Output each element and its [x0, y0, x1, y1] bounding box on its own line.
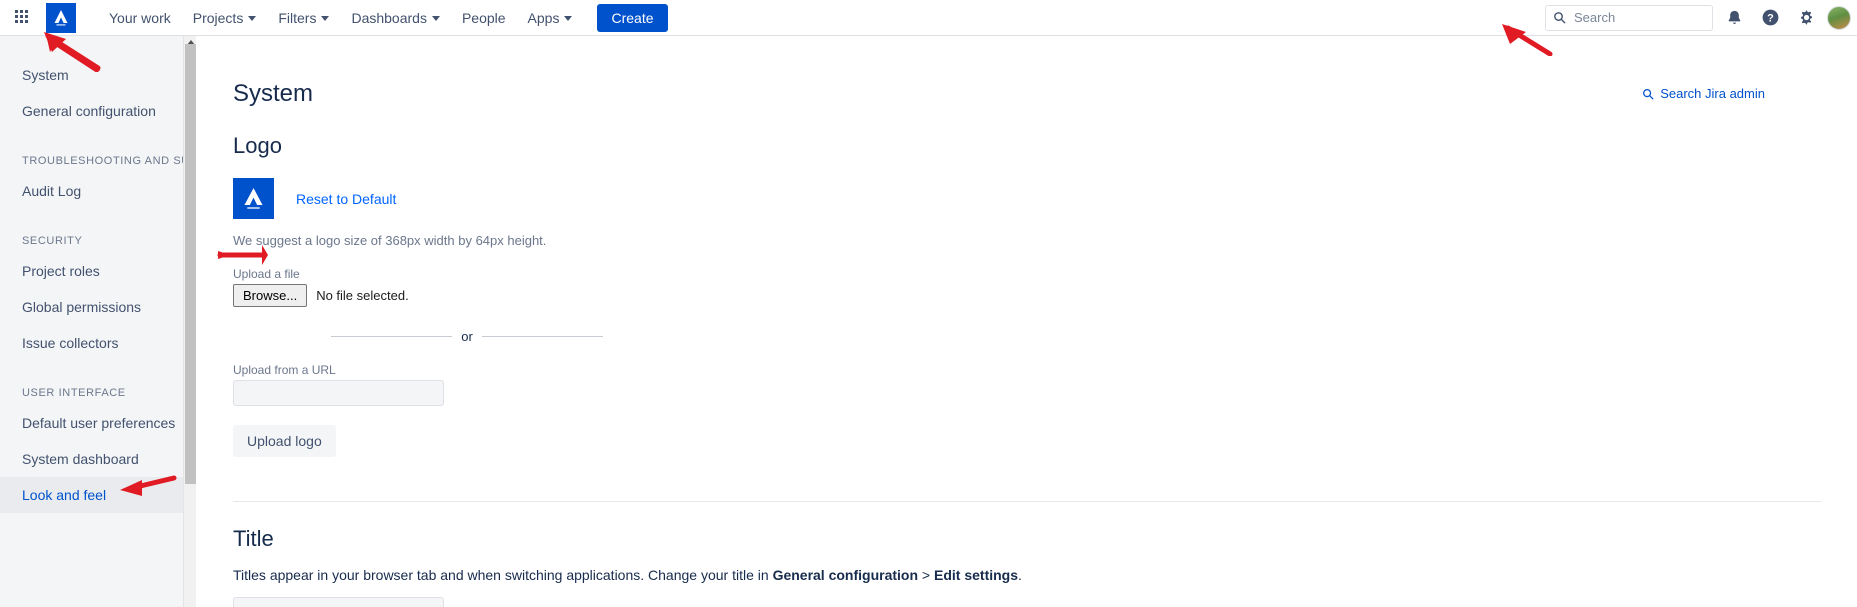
sidebar-item-audit-log[interactable]: Audit Log — [0, 173, 183, 209]
sidebar-item-global-permissions[interactable]: Global permissions — [0, 289, 183, 325]
upload-file-label: Upload a file — [233, 267, 300, 282]
chevron-down-icon — [321, 16, 330, 21]
nav-item-label: Dashboards — [351, 9, 427, 26]
sidebar-item-label: Issue collectors — [22, 335, 119, 351]
sidebar-scrollbar[interactable] — [183, 36, 196, 607]
upload-url-label: Upload from a URL — [233, 363, 336, 378]
search-icon — [1554, 12, 1566, 24]
search-input[interactable] — [1572, 9, 1702, 26]
logo-size-hint: We suggest a logo size of 368px width by… — [233, 233, 547, 249]
title-section-heading: Title — [233, 526, 274, 552]
create-button[interactable]: Create — [597, 3, 668, 32]
content-body: System Logo Reset to Default We suggest … — [197, 36, 1857, 607]
sidebar-item-look-and-feel[interactable]: Look and feel — [0, 477, 183, 513]
settings-button[interactable] — [1791, 3, 1821, 33]
sidebar-item-system[interactable]: System — [0, 57, 183, 93]
nav-item-label: People — [461, 9, 506, 26]
top-navigation-bar: Your work Projects Filters Dashboards Pe… — [0, 0, 1857, 36]
global-search-box[interactable] — [1545, 4, 1713, 31]
title-desc-part3: . — [1018, 566, 1022, 583]
nav-item-your-work[interactable]: Your work — [98, 2, 182, 34]
title-desc-part1: Titles appear in your browser tab and wh… — [233, 566, 773, 583]
section-divider — [233, 501, 1821, 503]
sidebar-item-issue-collectors[interactable]: Issue collectors — [0, 325, 183, 361]
sidebar-heading-security: SECURITY — [22, 235, 83, 247]
title-desc-bold-general-configuration: General configuration — [772, 566, 919, 583]
sidebar-item-general-configuration[interactable]: General configuration — [0, 93, 183, 129]
logo-section-heading: Logo — [233, 132, 282, 158]
search-icon — [1643, 88, 1654, 99]
search-jira-admin-link[interactable]: Search Jira admin — [1642, 86, 1765, 101]
divider-line-right — [481, 336, 603, 338]
sidebar-heading-user-interface: USER INTERFACE — [22, 387, 126, 399]
sidebar-item-label: System dashboard — [22, 451, 139, 467]
divider-line-left — [331, 336, 453, 338]
sidebar-item-label: General configuration — [22, 103, 156, 119]
nav-item-filters[interactable]: Filters — [267, 2, 340, 34]
chevron-down-icon — [564, 16, 573, 21]
nav-item-label: Apps — [527, 9, 560, 26]
sidebar-item-default-user-preferences[interactable]: Default user preferences — [0, 405, 183, 441]
sidebar-item-label: Project roles — [22, 263, 100, 279]
nav-item-dashboards[interactable]: Dashboards — [340, 2, 451, 34]
nav-item-projects[interactable]: Projects — [182, 2, 268, 34]
sidebar-item-project-roles[interactable]: Project roles — [0, 253, 183, 289]
nav-item-label: Projects — [192, 9, 244, 26]
app-switcher-button[interactable] — [6, 2, 38, 34]
file-selected-status: No file selected. — [316, 288, 409, 304]
browse-button[interactable]: Browse... — [233, 284, 308, 308]
logo-preview-row: Reset to Default — [233, 178, 1857, 220]
title-input-field[interactable] — [233, 596, 444, 607]
sidebar-item-label: Look and feel — [22, 487, 107, 503]
help-circle-icon: ? — [1762, 9, 1778, 26]
sidebar-item-system-dashboard[interactable]: System dashboard — [0, 441, 183, 477]
chevron-down-icon — [431, 16, 440, 21]
atlassian-logo-icon — [233, 178, 274, 220]
search-jira-admin-label: Search Jira admin — [1660, 86, 1765, 101]
sidebar-item-label: System — [22, 67, 69, 83]
reset-to-default-link[interactable]: Reset to Default — [296, 191, 396, 207]
notification-bell-icon — [1728, 10, 1740, 24]
or-label: or — [461, 329, 473, 345]
title-desc-part2: > — [918, 566, 934, 583]
or-divider: or — [331, 329, 603, 344]
nav-item-people[interactable]: People — [451, 2, 517, 34]
sidebar-item-label: Audit Log — [22, 183, 82, 199]
notifications-button[interactable] — [1719, 3, 1749, 33]
chevron-down-icon — [248, 16, 257, 21]
nav-item-label: Your work — [109, 9, 171, 26]
help-button[interactable]: ? — [1755, 3, 1785, 33]
title-section-description: Titles appear in your browser tab and wh… — [233, 567, 1857, 583]
nav-right-controls: ? — [1545, 3, 1857, 33]
primary-nav-items: Your work Projects Filters Dashboards Pe… — [98, 2, 668, 34]
upload-url-input[interactable] — [233, 380, 444, 407]
settings-gear-icon — [1800, 10, 1812, 25]
grid-apps-icon — [14, 10, 30, 25]
sidebar-item-label: Default user preferences — [22, 415, 176, 431]
title-desc-bold-edit-settings: Edit settings — [934, 566, 1019, 583]
page-title: System — [233, 80, 314, 107]
atlassian-logo-icon[interactable] — [46, 2, 76, 33]
nav-item-apps[interactable]: Apps — [517, 2, 584, 34]
svg-text:?: ? — [1767, 13, 1774, 25]
user-avatar[interactable] — [1827, 5, 1851, 30]
upload-logo-button[interactable]: Upload logo — [233, 425, 336, 458]
main-content: Search Jira admin System Logo Reset to D… — [197, 36, 1857, 607]
admin-sidebar: System General configuration TROUBLESHOO… — [0, 36, 183, 607]
sidebar-item-label: Global permissions — [22, 299, 142, 315]
sidebar-scrollbar-thumb[interactable] — [185, 44, 196, 484]
sidebar-heading-troubleshooting: TROUBLESHOOTING AND SUPP... — [22, 155, 183, 167]
nav-item-label: Filters — [278, 9, 317, 26]
file-upload-row: Browse... No file selected. — [233, 284, 1857, 308]
